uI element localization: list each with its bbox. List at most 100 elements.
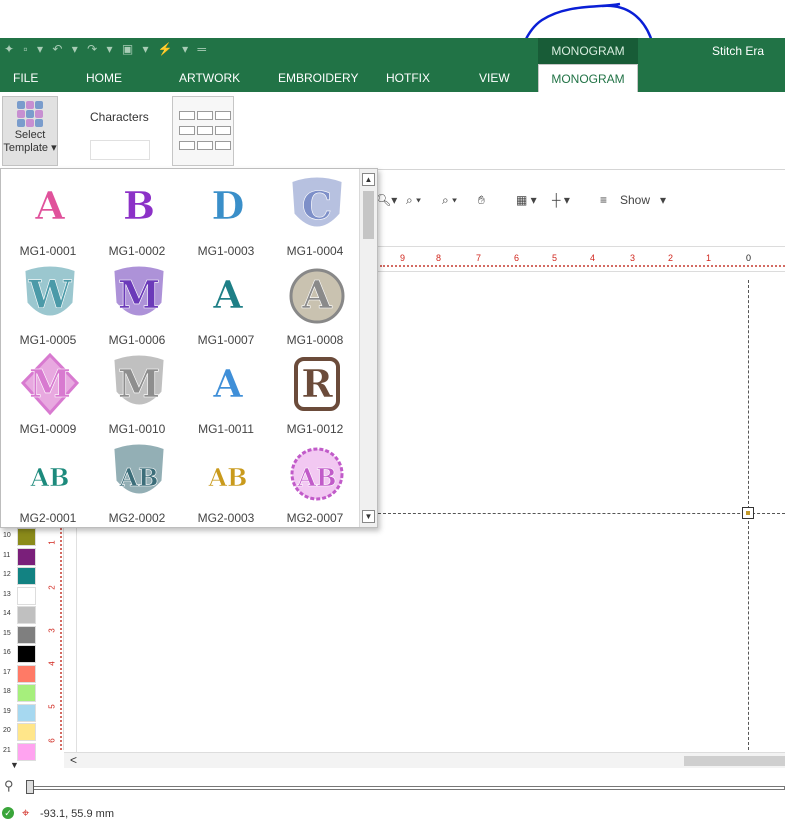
template-tile[interactable]: AB MG2-0007 bbox=[272, 438, 358, 526]
check-icon: ✓ bbox=[2, 807, 14, 819]
tab-monogram[interactable]: MONOGRAM bbox=[538, 64, 638, 92]
template-tile[interactable]: A MG1-0011 bbox=[183, 349, 269, 437]
svg-text:AB: AB bbox=[208, 463, 248, 492]
select-template-button[interactable]: Select Template ▾ bbox=[2, 96, 58, 166]
template-label: MG1-0003 bbox=[197, 244, 255, 258]
tab-hotfix[interactable]: HOTFIX bbox=[386, 64, 430, 92]
palette-color-row[interactable]: 15 bbox=[0, 625, 40, 645]
chevron-down-icon[interactable]: ▾ bbox=[660, 193, 666, 207]
palette-color-row[interactable]: 10 bbox=[0, 528, 40, 547]
color-swatch[interactable] bbox=[17, 606, 36, 624]
palette-number: 11 bbox=[3, 551, 11, 559]
template-label: MG1-0005 bbox=[19, 333, 77, 347]
template-tile[interactable]: R MG1-0012 bbox=[272, 349, 358, 437]
palette-color-row[interactable]: 17 bbox=[0, 664, 40, 684]
template-tile[interactable]: M MG1-0010 bbox=[94, 349, 180, 437]
color-swatch[interactable] bbox=[17, 742, 36, 761]
template-label: MG1-0002 bbox=[108, 244, 166, 258]
template-tile[interactable]: C MG1-0004 bbox=[272, 171, 358, 259]
template-tile[interactable]: AB MG2-0002 bbox=[94, 438, 180, 526]
origin-handle[interactable] bbox=[742, 507, 754, 519]
template-label: MG1-0008 bbox=[286, 333, 344, 347]
guides-icon[interactable]: ┼ ▾ bbox=[552, 193, 570, 207]
characters-input[interactable] bbox=[90, 140, 150, 160]
palette-color-row[interactable]: 20 bbox=[0, 723, 40, 742]
template-gallery-icon bbox=[17, 101, 43, 127]
scroll-left-icon[interactable]: < bbox=[70, 753, 77, 767]
ruler-tick: 4 bbox=[590, 253, 596, 263]
palette-color-row[interactable]: 16 bbox=[0, 645, 40, 664]
template-label: MG2-0002 bbox=[108, 511, 166, 525]
grid-icon[interactable]: ▦ ▾ bbox=[516, 193, 537, 207]
stitch-slider-track[interactable] bbox=[32, 786, 785, 790]
template-tile[interactable]: AB MG2-0003 bbox=[183, 438, 269, 526]
color-swatch[interactable] bbox=[17, 645, 36, 663]
svg-text:W: W bbox=[28, 272, 73, 317]
palette-color-row[interactable]: 19 bbox=[0, 703, 40, 723]
thread-palette: 10 11 12 13 14 15 16 17 18 19 20 21 bbox=[0, 528, 40, 764]
palette-color-row[interactable]: 18 bbox=[0, 684, 40, 703]
color-swatch[interactable] bbox=[17, 528, 36, 546]
template-tile[interactable]: A MG1-0008 bbox=[272, 260, 358, 348]
color-swatch[interactable] bbox=[17, 684, 36, 702]
show-button[interactable]: Show bbox=[620, 193, 650, 207]
template-tile[interactable]: A MG1-0001 bbox=[5, 171, 91, 259]
scroll-down-icon[interactable]: ▼ bbox=[362, 510, 375, 523]
pan-hand-icon[interactable]: ✋︎ bbox=[478, 193, 485, 208]
tab-home[interactable]: HOME bbox=[86, 64, 122, 92]
template-tile[interactable]: A MG1-0007 bbox=[183, 260, 269, 348]
monogram-preview-icon: M bbox=[114, 355, 164, 406]
color-swatch[interactable] bbox=[17, 586, 36, 605]
stitch-slider-knob[interactable] bbox=[26, 780, 34, 794]
tab-artwork[interactable]: ARTWORK bbox=[179, 64, 240, 92]
template-tile[interactable]: W MG1-0005 bbox=[5, 260, 91, 348]
palette-number: 21 bbox=[3, 746, 11, 754]
color-swatch[interactable] bbox=[17, 703, 36, 722]
ruler-tick: 9 bbox=[400, 253, 406, 263]
view-toolbar: 🔍︎▾ ⌕ ▾ ⌕ ▾ ✋︎ ▦ ▾ ┼ ▾ ≡ Show ▾ bbox=[370, 190, 785, 212]
scroll-thumb[interactable] bbox=[684, 756, 785, 766]
zoom-icon[interactable]: 🔍︎▾ bbox=[376, 193, 397, 207]
template-label: MG1-0001 bbox=[19, 244, 77, 258]
svg-text:D: D bbox=[212, 183, 245, 228]
ruler-tick: 7 bbox=[476, 253, 482, 263]
template-tile[interactable]: M MG1-0006 bbox=[94, 260, 180, 348]
zoom-page-icon[interactable]: ⌕ ▾ bbox=[406, 193, 421, 208]
template-tile[interactable]: D MG1-0003 bbox=[183, 171, 269, 259]
app-window: { "titlebar": { "context_title": "MONOGR… bbox=[0, 0, 785, 824]
palette-color-row[interactable]: 12 bbox=[0, 567, 40, 586]
vertical-ruler: 1 2 3 4 5 6 bbox=[46, 528, 64, 750]
monogram-preview-icon: A bbox=[212, 361, 244, 407]
palette-color-row[interactable]: 14 bbox=[0, 606, 40, 625]
tab-file[interactable]: FILE bbox=[13, 64, 38, 92]
tab-view[interactable]: VIEW bbox=[479, 64, 510, 92]
ruler-tick: 6 bbox=[514, 253, 520, 263]
color-swatch[interactable] bbox=[17, 664, 36, 683]
gallery-scrollbar[interactable]: ▲ ▼ bbox=[359, 169, 377, 527]
svg-text:A: A bbox=[212, 361, 243, 406]
palette-number: 20 bbox=[3, 727, 11, 734]
color-swatch[interactable] bbox=[17, 567, 36, 585]
layout-grid-button[interactable] bbox=[172, 96, 234, 166]
ruler-tick: 2 bbox=[668, 253, 674, 263]
palette-scroll-down-icon[interactable]: ▼ bbox=[10, 760, 19, 770]
tab-embroidery[interactable]: EMBROIDERY bbox=[278, 64, 358, 92]
palette-color-row[interactable]: 21 bbox=[0, 742, 40, 762]
palette-number: 13 bbox=[3, 590, 11, 598]
color-swatch[interactable] bbox=[17, 625, 36, 644]
characters-label: Characters bbox=[90, 110, 149, 124]
zoom-selection-icon[interactable]: ⌕ ▾ bbox=[442, 193, 457, 208]
palette-color-row[interactable]: 13 bbox=[0, 586, 40, 606]
ruler-tick: 3 bbox=[630, 253, 636, 263]
color-swatch[interactable] bbox=[17, 723, 36, 741]
horizontal-scrollbar[interactable]: < bbox=[64, 752, 785, 768]
quick-access-icons[interactable]: ✦ ▫ ▾ ↶ ▾ ↷ ▾ ▣ ▾ ⚡ ▾ ═ bbox=[4, 42, 209, 56]
palette-number: 12 bbox=[3, 571, 11, 578]
template-tile[interactable]: M MG1-0009 bbox=[5, 349, 91, 437]
template-tile[interactable]: AB MG2-0001 bbox=[5, 438, 91, 526]
scroll-up-icon[interactable]: ▲ bbox=[362, 173, 375, 186]
gallery-scroll-thumb[interactable] bbox=[363, 191, 374, 239]
color-swatch[interactable] bbox=[17, 547, 36, 566]
palette-color-row[interactable]: 11 bbox=[0, 547, 40, 567]
template-tile[interactable]: B MG1-0002 bbox=[94, 171, 180, 259]
